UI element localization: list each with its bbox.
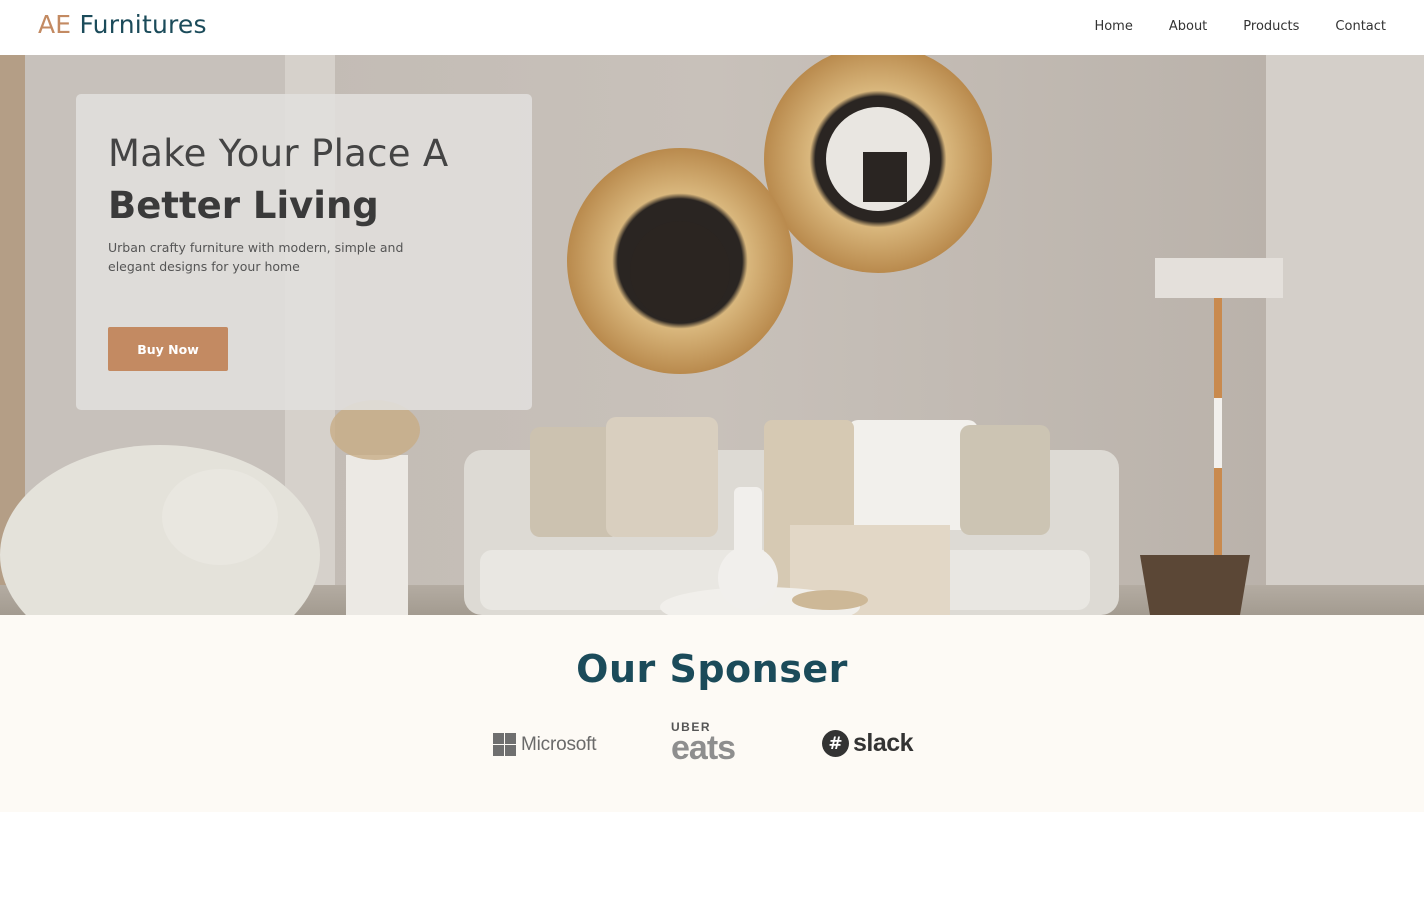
buy-now-button[interactable]: Buy Now (108, 327, 228, 371)
hero-title-line2: Better Living (108, 184, 379, 227)
slack-logo-icon: # (822, 730, 849, 757)
hero-card: Make Your Place A Better Living Urban cr… (76, 94, 532, 410)
uber-eats-logo: UBER eats (671, 721, 751, 767)
logo-prefix: AE (38, 10, 72, 39)
hero-section: Make Your Place A Better Living Urban cr… (0, 55, 1424, 615)
microsoft-logo-text: Microsoft (521, 733, 597, 755)
sponsor-section: Our Sponser Microsoft UBER eats # slack (0, 615, 1424, 812)
slack-logo-text: slack (853, 729, 914, 757)
nav-home[interactable]: Home (1094, 19, 1132, 34)
nav-about[interactable]: About (1169, 19, 1207, 34)
logo-suffix: Furnitures (79, 10, 207, 39)
main-nav: Home About Products Contact (1058, 19, 1386, 34)
nav-products[interactable]: Products (1243, 19, 1299, 34)
microsoft-logo: Microsoft (493, 733, 596, 756)
hero-title-line1: Make Your Place A (108, 132, 449, 175)
sponsor-title: Our Sponser (576, 647, 848, 691)
slack-logo: # slack (822, 729, 914, 758)
nav-contact[interactable]: Contact (1335, 19, 1386, 34)
site-logo[interactable]: AE Furnitures (38, 10, 207, 39)
microsoft-logo-icon (493, 733, 516, 756)
uber-eats-logo-bottom: eats (671, 729, 736, 767)
hero-description: Urban crafty furniture with modern, simp… (108, 240, 404, 274)
site-header: AE Furnitures Home About Products Contac… (0, 0, 1424, 55)
